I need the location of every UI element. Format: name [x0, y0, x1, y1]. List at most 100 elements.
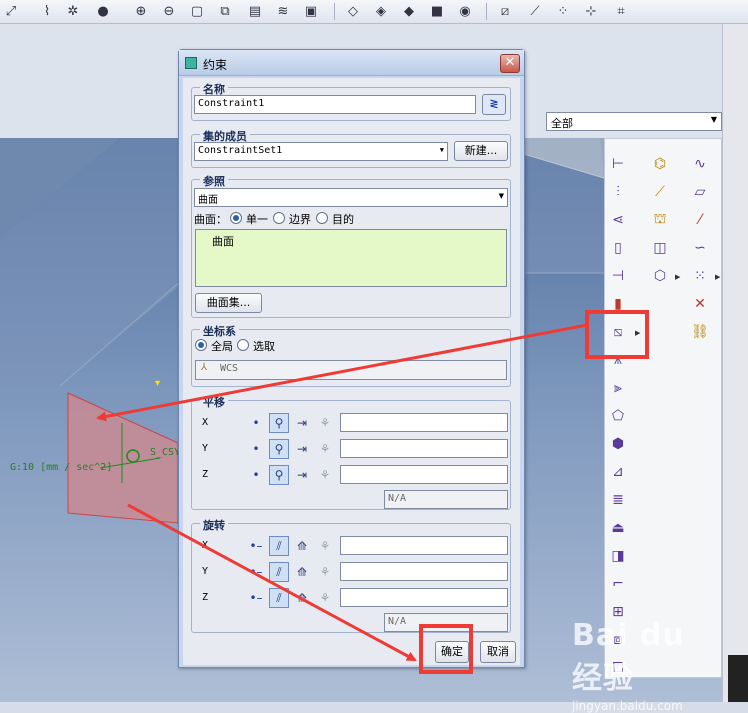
mid-surface-icon[interactable]: ◨: [607, 545, 629, 567]
cross-points-icon[interactable]: ✕: [689, 293, 711, 315]
more-arrow-icon[interactable]: ▶: [675, 273, 680, 281]
surface-mode-label: 曲面：: [194, 213, 227, 226]
csys-field[interactable]: ⅄ WCS: [195, 360, 507, 380]
prescribed-rotation-icon[interactable]: ⟰: [292, 562, 312, 582]
prescribed-rotation-icon[interactable]: ⟰: [292, 536, 312, 556]
mass-icon[interactable]: ⏏: [607, 517, 629, 539]
spring-rotation-dim-icon[interactable]: ⚘: [315, 588, 335, 608]
wireframe-icon[interactable]: ◇: [344, 2, 362, 20]
free-dot-icon[interactable]: •: [246, 413, 266, 433]
radio-single[interactable]: [230, 212, 242, 224]
fixed-rotation-icon[interactable]: ⫽: [269, 562, 289, 582]
weld-icon[interactable]: ⌐: [607, 573, 629, 595]
surface-set-button[interactable]: 曲面集...: [195, 293, 262, 313]
radio-boundary[interactable]: [273, 212, 285, 224]
constraint-set-select[interactable]: ConstraintSet1 ▼: [194, 142, 448, 161]
radio-select-label: 选取: [253, 340, 275, 353]
fixed-icon[interactable]: ⚲: [269, 439, 289, 459]
spline-icon[interactable]: ⌇: [38, 2, 56, 20]
points-icon[interactable]: ⁙: [689, 265, 711, 287]
fixed-rotation-icon[interactable]: ⫽: [269, 588, 289, 608]
translation-x-value[interactable]: [340, 413, 508, 432]
layers-icon[interactable]: ≋: [274, 2, 292, 20]
close-button[interactable]: ✕: [500, 54, 520, 73]
radio-global[interactable]: [195, 339, 207, 351]
saved-views-icon[interactable]: ▤: [246, 2, 264, 20]
volume-region-icon[interactable]: ⬢: [607, 433, 629, 455]
rotation-z-value[interactable]: [340, 588, 508, 607]
selected-surface: [67, 392, 179, 524]
translation-y-value[interactable]: [340, 439, 508, 458]
free-rotation-icon[interactable]: •–: [246, 536, 266, 556]
model-display-icon[interactable]: ▣: [302, 2, 320, 20]
fixed-icon[interactable]: ⚲: [269, 465, 289, 485]
fixed-rotation-icon[interactable]: ⫽: [269, 536, 289, 556]
rotation-y-value[interactable]: [340, 562, 508, 581]
prescribed-icon[interactable]: ⇥: [292, 465, 312, 485]
shaded-icon[interactable]: ■: [428, 2, 446, 20]
servo-motor-icon[interactable]: ⊢: [607, 153, 629, 175]
reference-type-select[interactable]: 曲面 ▼: [194, 188, 508, 207]
no-hidden-icon[interactable]: ◆: [400, 2, 418, 20]
prescribed-rotation-icon[interactable]: ⟰: [292, 588, 312, 608]
plane-icon[interactable]: ▱: [689, 181, 711, 203]
spring-dim-icon[interactable]: ⚘: [315, 439, 335, 459]
name-field[interactable]: Constraint1: [194, 95, 476, 114]
surface-region-icon[interactable]: ⬠: [607, 405, 629, 427]
radio-single-label: 单一: [246, 213, 268, 226]
free-rotation-icon[interactable]: •–: [246, 562, 266, 582]
radio-select[interactable]: [237, 339, 249, 351]
view-manager-icon[interactable]: ⧉: [216, 2, 234, 20]
free-dot-icon[interactable]: •: [246, 439, 266, 459]
rotation-x-value[interactable]: [340, 536, 508, 555]
ruler-icon[interactable]: ⟋: [649, 181, 671, 203]
list-item[interactable]: 曲面: [212, 233, 234, 249]
free-rotation-icon[interactable]: •–: [246, 588, 266, 608]
csys-display-icon[interactable]: ⊹: [582, 2, 600, 20]
reference-list[interactable]: 曲面: [195, 229, 507, 287]
force-icon[interactable]: ∿: [689, 153, 711, 175]
coil-spring-icon[interactable]: ≣: [607, 489, 629, 511]
beam-icon[interactable]: ⊿: [607, 461, 629, 483]
belt-icon[interactable]: ⊣: [607, 265, 629, 287]
gear-pair-icon[interactable]: ◫: [649, 237, 671, 259]
new-set-button[interactable]: 新建...: [454, 141, 508, 161]
gravity-icon[interactable]: ⫶: [607, 181, 629, 203]
shell-icon[interactable]: ⫸: [607, 377, 629, 399]
zoom-out-icon[interactable]: ⊖: [160, 2, 178, 20]
datum-axis-display-icon[interactable]: ⟋: [526, 2, 544, 20]
curve-icon[interactable]: ∽: [689, 237, 711, 259]
cam-icon[interactable]: ⛫: [649, 209, 671, 231]
more-arrow-icon[interactable]: ▶: [715, 273, 720, 281]
translation-z-value[interactable]: [340, 465, 508, 484]
name-edit-icon[interactable]: ≷: [482, 94, 506, 115]
joint-icon[interactable]: ⋖: [607, 209, 629, 231]
zoom-fit-icon[interactable]: ⤢: [2, 2, 20, 20]
damper-icon[interactable]: ▯: [607, 237, 629, 259]
spring-dim-icon[interactable]: ⚘: [315, 465, 335, 485]
spring-rotation-dim-icon[interactable]: ⚘: [315, 562, 335, 582]
spin-center-icon[interactable]: ◉: [456, 2, 474, 20]
axis-icon[interactable]: ⁄: [689, 209, 711, 231]
datum-point-display-icon[interactable]: ⁘: [554, 2, 572, 20]
hidden-line-icon[interactable]: ◈: [372, 2, 390, 20]
datum-plane-display-icon[interactable]: ⧄: [496, 2, 514, 20]
network-icon[interactable]: ✲: [64, 2, 82, 20]
free-dot-icon[interactable]: •: [246, 465, 266, 485]
spring-dim-icon[interactable]: ⚘: [315, 413, 335, 433]
zoom-in-icon[interactable]: ⊕: [132, 2, 150, 20]
fixed-icon[interactable]: ⚲: [269, 413, 289, 433]
prescribed-icon[interactable]: ⇥: [292, 413, 312, 433]
dialog-titlebar[interactable]: 约束 ✕: [179, 50, 524, 76]
annotation-display-icon[interactable]: ⌗: [612, 2, 630, 20]
body-icon[interactable]: ⬡: [649, 265, 671, 287]
selection-filter-select[interactable]: 全部 ▼: [546, 112, 722, 131]
spring-rotation-dim-icon[interactable]: ⚘: [315, 536, 335, 556]
shading-ball-icon[interactable]: ●: [94, 2, 112, 20]
cancel-button[interactable]: 取消: [480, 641, 516, 663]
spring-icon[interactable]: ⌬: [649, 153, 671, 175]
prescribed-icon[interactable]: ⇥: [292, 439, 312, 459]
refit-icon[interactable]: ▢: [188, 2, 206, 20]
chain-icon[interactable]: ⛓: [689, 321, 711, 343]
radio-intent[interactable]: [316, 212, 328, 224]
